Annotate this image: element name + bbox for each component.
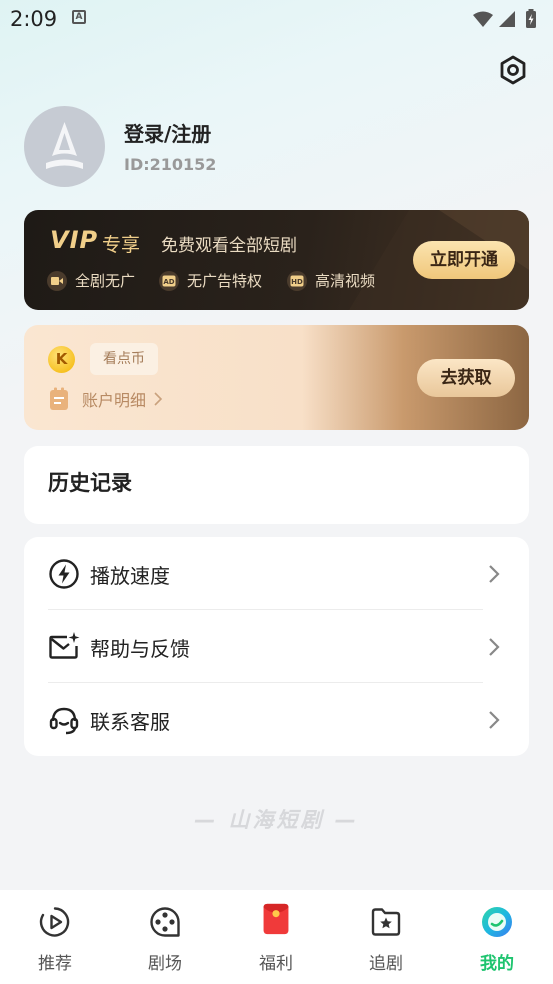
nav-tab-follow[interactable]: 追剧 <box>331 890 441 984</box>
film-reel-icon <box>150 907 180 937</box>
hd-badge-icon: HD <box>287 270 307 291</box>
vip-feature-ad-free: AD 无广告特权 <box>159 270 262 291</box>
default-avatar-icon <box>46 122 83 169</box>
chevron-right-icon <box>489 565 500 583</box>
coin-icon: K <box>48 346 75 373</box>
nav-tab-label: 推荐 <box>38 954 72 974</box>
ledger-icon <box>50 387 68 410</box>
profile-orb-icon <box>482 907 512 937</box>
coin-banner: K 看点币 账户明细 去获取 <box>24 325 529 430</box>
menu-item-label: 联系客服 <box>90 710 170 734</box>
nav-tab-recommend[interactable]: 推荐 <box>0 890 110 984</box>
vip-description: 免费观看全部短剧 <box>161 236 297 256</box>
menu-item-label: 播放速度 <box>90 564 170 588</box>
settings-hexagon-icon <box>500 55 526 85</box>
lightning-icon <box>49 559 79 589</box>
status-bar: 2:09 A <box>0 0 553 38</box>
status-icons <box>471 8 543 34</box>
vip-open-button[interactable]: 立即开通 <box>413 241 515 279</box>
chevron-right-icon <box>489 711 500 729</box>
vip-feature-no-ads-series: 全剧无广 <box>47 270 135 291</box>
nav-tab-mine[interactable]: 我的 <box>442 890 552 984</box>
vip-logo-sub: 专享 <box>102 234 141 256</box>
chevron-right-icon <box>489 638 500 656</box>
settings-button[interactable] <box>497 54 529 86</box>
account-detail-label: 账户明细 <box>82 391 147 410</box>
folder-star-icon <box>371 908 401 936</box>
nav-tab-label: 剧场 <box>148 954 182 974</box>
vip-feature-label: 无广告特权 <box>187 272 263 290</box>
svg-text:HD: HD <box>291 278 303 286</box>
coin-label: 看点币 <box>90 343 158 375</box>
nav-tab-label: 我的 <box>480 954 514 974</box>
signal-battery-icon <box>473 9 536 28</box>
bottom-nav: 推荐 剧场 福利 追剧 我的 <box>0 890 553 984</box>
video-icon <box>47 270 67 291</box>
nav-tab-theater[interactable]: 剧场 <box>110 890 220 984</box>
vip-banner[interactable]: VIP 专享 免费观看全部短剧 全剧无广 AD 无广告特权 HD 高清视频 立即… <box>24 210 529 310</box>
menu-item-label: 帮助与反馈 <box>90 637 190 661</box>
nav-tab-welfare[interactable]: 福利 <box>221 890 331 984</box>
status-time: 2:09 <box>10 7 58 31</box>
ad-badge-icon: AD <box>159 270 179 291</box>
menu-item-playback-speed[interactable]: 播放速度 <box>24 537 529 610</box>
mail-sparkle-icon <box>49 632 80 659</box>
history-title: 历史记录 <box>48 471 132 495</box>
vip-logo: VIP <box>50 226 99 254</box>
get-coins-button[interactable]: 去获取 <box>417 359 515 397</box>
account-detail-link[interactable]: 账户明细 <box>49 387 164 411</box>
nav-tab-label: 福利 <box>259 954 293 974</box>
login-register-link[interactable]: 登录/注册 <box>124 118 211 147</box>
vip-feature-label: 高清视频 <box>315 272 376 290</box>
nav-tab-label: 追剧 <box>369 954 403 974</box>
headset-icon <box>49 707 79 735</box>
notification-a-icon: A <box>72 10 86 24</box>
menu-item-help-feedback[interactable]: 帮助与反馈 <box>24 610 529 683</box>
user-id: ID:210152 <box>124 155 217 174</box>
vip-feature-hd: HD 高清视频 <box>287 270 375 291</box>
history-section[interactable]: 历史记录 <box>24 446 529 524</box>
vip-feature-label: 全剧无广 <box>75 272 136 290</box>
avatar[interactable] <box>24 106 105 187</box>
chevron-right-icon <box>154 392 163 406</box>
svg-text:AD: AD <box>163 278 174 286</box>
menu-item-customer-service[interactable]: 联系客服 <box>24 683 529 756</box>
brand-watermark: — 山海短剧 — <box>194 808 359 832</box>
play-circle-icon <box>39 907 70 937</box>
settings-menu: 播放速度 帮助与反馈 联系客服 <box>24 537 529 756</box>
red-envelope-icon <box>263 903 289 935</box>
